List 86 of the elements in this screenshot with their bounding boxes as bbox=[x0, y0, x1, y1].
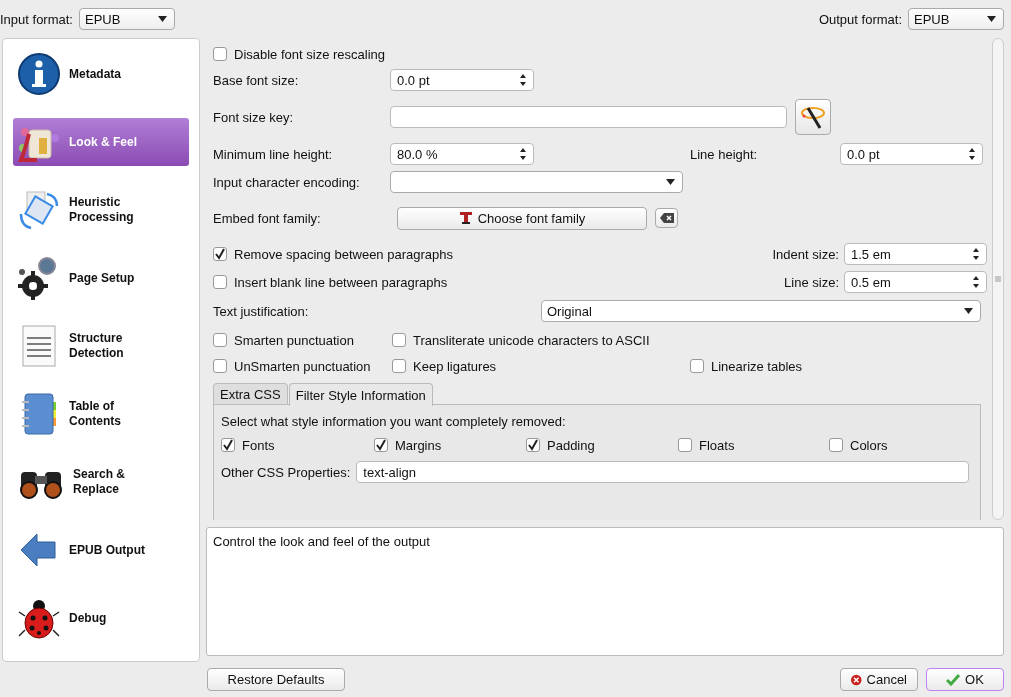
checkbox[interactable] bbox=[526, 438, 540, 452]
style-checkbox[interactable]: Margins bbox=[374, 437, 526, 453]
style-checkbox[interactable]: Colors bbox=[829, 437, 949, 453]
checkbox[interactable] bbox=[690, 359, 704, 373]
spin-arrows-icon[interactable] bbox=[972, 247, 980, 261]
instruction-text: Select what style information you want completely removed: bbox=[221, 413, 566, 429]
checkbox[interactable] bbox=[374, 438, 388, 452]
checkbox[interactable] bbox=[213, 275, 227, 289]
spin-arrows-icon[interactable] bbox=[968, 147, 976, 161]
encoding-dropdown[interactable] bbox=[390, 171, 683, 193]
option-checkbox[interactable]: Smarten punctuation bbox=[213, 332, 392, 348]
output-format-label: Output format: bbox=[818, 11, 902, 27]
style-checkbox[interactable]: Padding bbox=[526, 437, 678, 453]
sidebar-item[interactable]: EPUB Output bbox=[13, 526, 189, 574]
field-label: Input character encoding: bbox=[213, 174, 361, 190]
cancel-button[interactable]: Cancel bbox=[840, 668, 918, 691]
field-label: Embed font family: bbox=[213, 210, 322, 226]
scrollbar[interactable] bbox=[992, 38, 1004, 520]
sidebar-item[interactable]: Structure Detection bbox=[13, 322, 189, 370]
checkbox[interactable] bbox=[392, 359, 406, 373]
dropdown-caret-icon bbox=[666, 179, 675, 185]
magic-wand-icon bbox=[800, 104, 826, 130]
style-checkbox[interactable]: Fonts bbox=[221, 437, 374, 453]
checkmark-icon bbox=[946, 673, 961, 686]
option-checkbox[interactable]: Transliterate unicode characters to ASCII bbox=[392, 332, 690, 348]
description-text: Control the look and feel of the output bbox=[213, 534, 430, 549]
checkbox[interactable] bbox=[213, 247, 227, 261]
spin-box[interactable]: 0.0 pt bbox=[390, 69, 534, 91]
restore-defaults-button[interactable]: Restore Defaults bbox=[207, 668, 345, 691]
option-checkbox[interactable]: UnSmarten punctuation bbox=[213, 358, 392, 374]
field-label: Other CSS Properties: bbox=[221, 464, 351, 480]
spin-box[interactable]: 80.0 % bbox=[390, 143, 534, 165]
checkbox[interactable] bbox=[678, 438, 692, 452]
spin-box[interactable]: 1.5 em bbox=[844, 243, 987, 265]
insert-blank-line-checkbox[interactable]: Insert blank line between paragraphs bbox=[213, 274, 753, 290]
field-label: Text justification: bbox=[213, 303, 310, 319]
justification-dropdown[interactable]: Original bbox=[541, 300, 981, 322]
backspace-icon bbox=[659, 213, 674, 223]
output-format-dropdown[interactable]: EPUB bbox=[908, 8, 1004, 30]
input-format-label: Input format: bbox=[0, 11, 73, 27]
field-label: Line size: bbox=[783, 274, 840, 290]
spin-arrows-icon[interactable] bbox=[519, 147, 527, 161]
field-label: Base font size: bbox=[213, 72, 300, 88]
ok-button[interactable]: OK bbox=[926, 668, 1004, 691]
checkbox[interactable] bbox=[829, 438, 843, 452]
input-format-dropdown[interactable]: EPUB bbox=[79, 8, 175, 30]
checkbox[interactable] bbox=[392, 333, 406, 347]
tab[interactable]: Filter Style Information bbox=[288, 383, 433, 406]
disable-rescaling-checkbox[interactable]: Disable font size rescaling bbox=[213, 46, 386, 62]
dropdown-caret-icon bbox=[158, 16, 167, 22]
sidebar-item[interactable]: Debug bbox=[13, 594, 189, 642]
sidebar-item[interactable]: Search & Replace bbox=[13, 458, 189, 506]
sidebar-item[interactable]: Page Setup bbox=[13, 254, 189, 302]
sidebar-item[interactable]: Look & Feel bbox=[13, 118, 189, 166]
font-icon bbox=[458, 211, 473, 225]
checkbox[interactable] bbox=[221, 438, 235, 452]
choose-font-button[interactable]: Choose font family bbox=[397, 206, 647, 230]
spin-arrows-icon[interactable] bbox=[972, 275, 980, 289]
option-checkbox[interactable]: Linearize tables bbox=[690, 358, 890, 374]
spin-arrows-icon[interactable] bbox=[519, 73, 527, 87]
grip-icon bbox=[995, 276, 1001, 282]
remove-spacing-checkbox[interactable]: Remove spacing between paragraphs bbox=[213, 246, 753, 262]
dropdown-caret-icon bbox=[987, 16, 996, 22]
info-icon bbox=[17, 52, 61, 96]
dropdown-caret-icon bbox=[964, 308, 973, 314]
sidebar-item[interactable]: Heuristic Processing bbox=[13, 186, 189, 234]
field-label: Indent size: bbox=[771, 246, 840, 262]
checkbox[interactable] bbox=[213, 359, 227, 373]
sidebar-item[interactable]: Metadata bbox=[13, 50, 189, 98]
font-size-key-field[interactable] bbox=[390, 106, 787, 128]
option-checkbox[interactable]: Keep ligatures bbox=[392, 358, 690, 374]
css-properties-field[interactable]: text-align bbox=[356, 461, 970, 483]
spin-box[interactable]: 0.0 pt bbox=[840, 143, 983, 165]
cancel-icon bbox=[851, 672, 862, 687]
sidebar-item[interactable]: Table of Contents bbox=[13, 390, 189, 438]
clear-button[interactable] bbox=[655, 208, 678, 228]
checkbox[interactable] bbox=[213, 333, 227, 347]
field-label: Font size key: bbox=[213, 109, 295, 125]
rotate-page-icon bbox=[17, 188, 61, 232]
checkbox[interactable] bbox=[213, 47, 227, 61]
wizard-button[interactable] bbox=[795, 99, 831, 135]
style-checkbox[interactable]: Floats bbox=[678, 437, 829, 453]
tab[interactable]: Extra CSS bbox=[213, 383, 288, 405]
field-label: Line height: bbox=[690, 146, 759, 162]
spin-box[interactable]: 0.5 em bbox=[844, 271, 987, 293]
field-label: Minimum line height: bbox=[213, 146, 334, 162]
